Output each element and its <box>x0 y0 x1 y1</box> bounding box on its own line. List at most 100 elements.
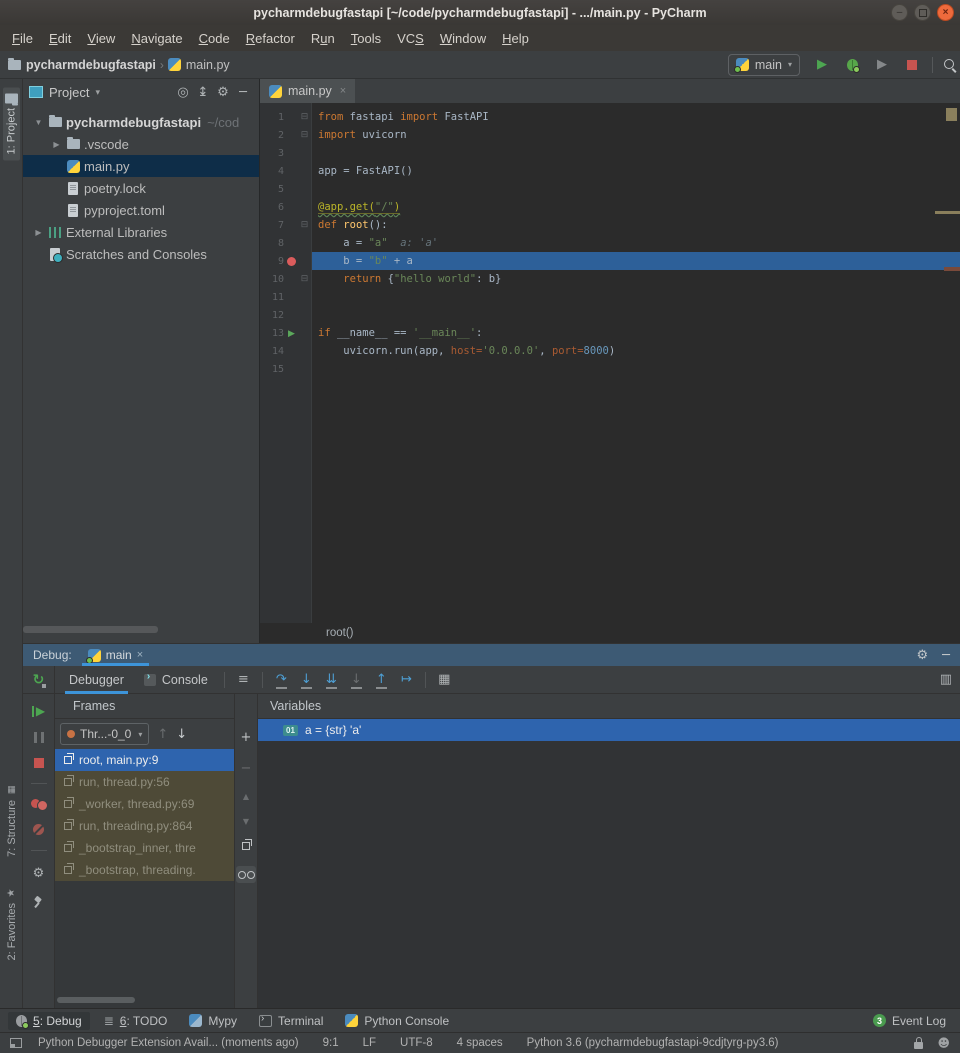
show-threads-icon[interactable]: ≡ <box>231 668 256 692</box>
pin-icon[interactable] <box>33 896 45 908</box>
code-line-12[interactable] <box>312 306 960 324</box>
debug-tab-console[interactable]: Console <box>134 666 218 694</box>
frame-row[interactable]: run, thread.py:56 <box>55 771 234 793</box>
toolwindow-button-6-todo[interactable]: ≣6: TODO <box>96 1012 176 1030</box>
code-line-15[interactable] <box>312 360 960 378</box>
status-item-5[interactable]: Python 3.6 (pycharmdebugfastapi-9cdjtyrg… <box>527 1037 779 1049</box>
locate-icon[interactable]: ◎ <box>173 85 193 100</box>
collapse-all-icon[interactable]: ↨ <box>193 85 213 100</box>
move-down-icon[interactable]: ▼ <box>243 817 249 826</box>
duplicate-icon[interactable] <box>242 842 250 850</box>
code-line-13[interactable]: if __name__ == '__main__': <box>312 324 960 342</box>
menu-refactor[interactable]: Refactor <box>238 31 303 46</box>
toolwindow-button-mypy[interactable]: Mypy <box>181 1012 245 1030</box>
tree-item-.vscode[interactable]: ▶ .vscode <box>23 133 259 155</box>
breakpoint-icon[interactable] <box>287 257 296 266</box>
expand-arrow-icon[interactable]: ▶ <box>49 140 64 149</box>
menu-tools[interactable]: Tools <box>343 31 389 46</box>
frame-row[interactable]: _bootstrap_inner, thre <box>55 837 234 859</box>
add-watch-icon[interactable]: + <box>241 730 252 745</box>
menu-navigate[interactable]: Navigate <box>123 31 190 46</box>
search-button[interactable] <box>932 55 952 75</box>
tree-item-poetry.lock[interactable]: poetry.lock <box>23 177 259 199</box>
fold-icon[interactable]: ⊟ <box>299 274 310 284</box>
frame-row[interactable]: _worker, thread.py:69 <box>55 793 234 815</box>
settings-icon[interactable]: ⚙ <box>213 85 233 100</box>
move-up-icon[interactable]: ▲ <box>243 792 249 801</box>
code-line-7[interactable]: def root(): <box>312 216 960 234</box>
frame-row[interactable]: _bootstrap, threading. <box>55 859 234 881</box>
breadcrumb-root[interactable]: root() <box>326 627 353 639</box>
close-session-icon[interactable]: × <box>137 649 143 661</box>
minimize-button[interactable]: – <box>891 4 908 21</box>
view-breakpoints-icon[interactable] <box>31 799 47 809</box>
step-over-icon[interactable]: ↷ <box>269 668 294 692</box>
settings-icon[interactable]: ⚙ <box>917 648 929 663</box>
code-line-8[interactable]: a = "a" a: 'a' <box>312 234 960 252</box>
next-frame-icon[interactable]: ↓ <box>176 727 187 742</box>
fold-icon[interactable]: ⊟ <box>299 220 310 230</box>
menu-edit[interactable]: Edit <box>41 31 79 46</box>
tree-item-pyproject.toml[interactable]: pyproject.toml <box>23 199 259 221</box>
breadcrumb-main.py[interactable]: main.py <box>168 58 230 72</box>
thread-select[interactable]: Thr...-0_0 ▾ <box>60 723 149 745</box>
close-button[interactable]: × <box>937 4 954 21</box>
hide-panel-icon[interactable]: ─ <box>233 85 253 100</box>
tree-item-main.py[interactable]: main.py <box>23 155 259 177</box>
fold-icon[interactable]: ⊟ <box>299 112 310 122</box>
code-line-11[interactable] <box>312 288 960 306</box>
menu-view[interactable]: View <box>79 31 123 46</box>
code-line-5[interactable] <box>312 180 960 198</box>
code-line-10[interactable]: return {"hello world": b} <box>312 270 960 288</box>
toolwindow-button-5-debug[interactable]: 5: Debug <box>8 1012 90 1030</box>
event-log-button[interactable]: 3 Event Log <box>873 1014 946 1028</box>
breadcrumb-pycharmdebugfastapi[interactable]: pycharmdebugfastapi <box>8 58 156 72</box>
tree-item-pycharmdebugfastapi[interactable]: ▼ pycharmdebugfastapi ~/cod <box>23 111 259 133</box>
menu-run[interactable]: Run <box>303 31 343 46</box>
expand-arrow-icon[interactable]: ▼ <box>31 118 46 127</box>
step-into-my-code-icon[interactable]: ↓ <box>344 668 369 692</box>
toolwindow-button-terminal[interactable]: Terminal <box>251 1012 331 1030</box>
debug-session-tab-main[interactable]: main × <box>82 644 149 666</box>
expand-arrow-icon[interactable]: ▶ <box>31 228 46 237</box>
pause-icon[interactable] <box>34 732 44 743</box>
mute-breakpoints-icon[interactable] <box>33 824 44 835</box>
stop-icon[interactable] <box>34 758 44 768</box>
maximize-button[interactable] <box>914 4 931 21</box>
frame-row[interactable]: root, main.py:9 <box>55 749 234 771</box>
run-gutter-icon[interactable]: ▶ <box>288 328 295 339</box>
toolwindow-button-python-console[interactable]: Python Console <box>337 1012 457 1030</box>
rerun-icon[interactable]: ↻ <box>33 672 45 688</box>
fold-icon[interactable]: ⊟ <box>299 130 310 140</box>
previous-frame-icon[interactable]: ↑ <box>157 727 168 742</box>
status-item-4[interactable]: 4 spaces <box>457 1037 503 1049</box>
remove-watch-icon[interactable]: − <box>241 761 252 776</box>
resume-icon[interactable]: ▶ <box>32 706 45 717</box>
step-out-icon[interactable]: ↑ <box>369 668 394 692</box>
tab-main-py[interactable]: main.py × <box>260 79 355 103</box>
show-watches-icon[interactable] <box>236 866 256 883</box>
status-item-1[interactable]: 9:1 <box>323 1037 339 1049</box>
stop-button[interactable] <box>902 55 922 75</box>
coverage-button[interactable]: ▶ <box>872 55 892 75</box>
menu-vcs[interactable]: VCS <box>389 31 432 46</box>
code-line-1[interactable]: from fastapi import FastAPI <box>312 108 960 126</box>
horizontal-scrollbar[interactable] <box>57 997 135 1003</box>
run-to-cursor-icon[interactable]: ↦ <box>394 668 419 692</box>
frame-row[interactable]: run, threading.py:864 <box>55 815 234 837</box>
menu-code[interactable]: Code <box>191 31 238 46</box>
run-configuration-select[interactable]: main ▾ <box>728 54 800 76</box>
settings-icon[interactable]: ⚙ <box>29 866 49 881</box>
stripe-tab--favorites[interactable]: 2: Favorites★ <box>6 887 18 960</box>
evaluate-expression-icon[interactable]: ▦ <box>432 668 457 692</box>
status-item-3[interactable]: UTF-8 <box>400 1037 433 1049</box>
lock-icon[interactable] <box>914 1042 923 1049</box>
project-view-select[interactable]: Project ▾ <box>29 85 100 100</box>
tree-item-external-libraries[interactable]: ▶ External Libraries <box>23 221 259 243</box>
hide-panel-icon[interactable]: ─ <box>942 648 950 663</box>
code-line-6[interactable]: @app.get("/") <box>312 198 960 216</box>
menu-help[interactable]: Help <box>494 31 537 46</box>
stripe-tab--project[interactable]: 1: Project <box>3 87 20 160</box>
code-line-4[interactable]: app = FastAPI() <box>312 162 960 180</box>
code-line-14[interactable]: uvicorn.run(app, host='0.0.0.0', port=80… <box>312 342 960 360</box>
